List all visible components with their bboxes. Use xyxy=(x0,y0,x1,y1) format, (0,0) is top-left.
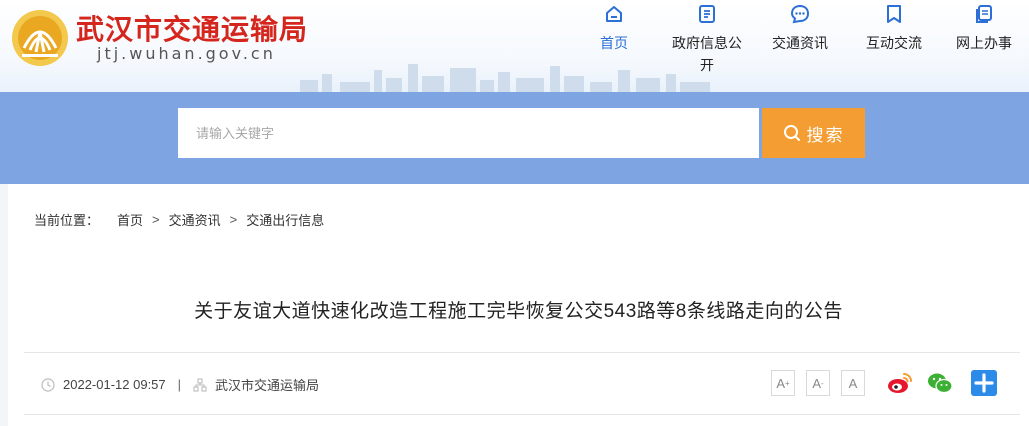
chat-icon xyxy=(790,4,810,24)
publish-date: 2022-01-12 09:57 xyxy=(63,377,166,392)
wuhan-emblem-logo[interactable] xyxy=(10,8,70,68)
organization-icon xyxy=(193,377,207,392)
nav-item-gov-info[interactable]: 政府信息公开 xyxy=(662,4,752,76)
nav-item-traffic-news[interactable]: 交通资讯 xyxy=(755,4,845,54)
nav-label: 交通资讯 xyxy=(772,35,828,51)
font-size-reset-button[interactable]: A xyxy=(841,370,865,396)
breadcrumb-traffic-news[interactable]: 交通资讯 xyxy=(169,210,221,229)
breadcrumb-home[interactable]: 首页 xyxy=(117,210,143,229)
home-icon xyxy=(606,6,622,22)
more-share-icon[interactable] xyxy=(970,370,998,396)
nav-item-online-services[interactable]: 网上办事 xyxy=(939,4,1029,54)
nav-label: 网上办事 xyxy=(956,35,1012,51)
search-input[interactable] xyxy=(178,108,759,158)
font-size-increase-button[interactable]: A + xyxy=(771,370,795,396)
weibo-icon[interactable] xyxy=(886,370,914,396)
nav-item-interaction[interactable]: 互动交流 xyxy=(849,4,939,54)
files-icon xyxy=(976,5,992,23)
article-source: 武汉市交通运输局 xyxy=(215,378,320,393)
nav-label: 互动交流 xyxy=(866,35,922,51)
nav-label: 首页 xyxy=(600,35,628,51)
search-button-label: 搜索 xyxy=(806,125,845,145)
nav-label: 政府信息公开 xyxy=(672,35,742,73)
wechat-icon[interactable] xyxy=(926,370,954,396)
search-band: 搜索 xyxy=(0,92,1029,184)
site-title[interactable]: 武汉市交通运输局 xyxy=(76,8,308,48)
search-button[interactable]: 搜索 xyxy=(762,108,865,158)
breadcrumb-lead: 当前位置： xyxy=(34,213,100,228)
font-size-decrease-button[interactable]: A- xyxy=(806,370,830,396)
bookmark-icon xyxy=(887,5,901,23)
divider xyxy=(24,352,1020,353)
breadcrumb-travel-info[interactable]: 交通出行信息 xyxy=(246,210,324,229)
divider xyxy=(24,414,1020,415)
article-meta: 2022-01-12 09:57 | 武汉市交通运输局 xyxy=(41,375,319,394)
meta-separator: | xyxy=(177,377,182,392)
nav-item-home[interactable]: 首页 xyxy=(569,4,659,54)
site-header: 武汉市交通运输局 jtj.wuhan.gov.cn 首页 政府信息公开 交通资讯… xyxy=(0,0,1029,92)
search-icon xyxy=(783,125,800,141)
site-domain: jtj.wuhan.gov.cn xyxy=(97,44,276,63)
article-title: 关于友谊大道快速化改造工程施工完毕恢复公交543路等8条线路走向的公告 xyxy=(194,301,843,322)
clock-icon xyxy=(41,377,55,392)
document-icon xyxy=(699,5,715,23)
breadcrumb-separator: > xyxy=(152,212,160,227)
breadcrumb-separator: > xyxy=(229,212,238,227)
article-container: 当前位置： 首页 > 交通资讯 > 交通出行信息 关于友谊大道快速化改造工程施工… xyxy=(8,184,1029,426)
breadcrumb: 当前位置： 首页 > 交通资讯 > 交通出行信息 xyxy=(34,210,324,229)
